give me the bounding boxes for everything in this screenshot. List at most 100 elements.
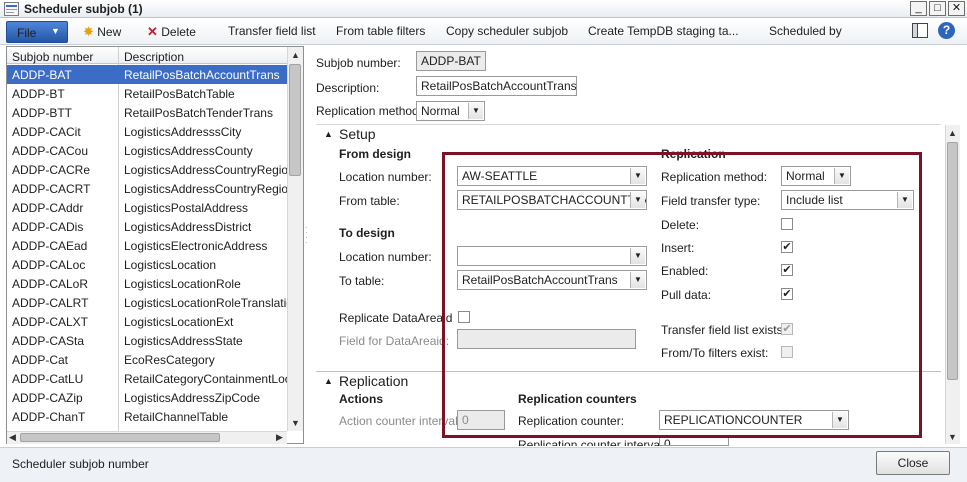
list-item[interactable]: ADDP-CACRT LogisticsAddressCountryRegionT… (7, 179, 289, 198)
list-item[interactable]: ADDP-CatLU RetailCategoryContainmentLooku… (7, 369, 289, 388)
replication-section-title[interactable]: Replication (339, 373, 408, 389)
list-item[interactable]: ADDP-CADis LogisticsAddressDistrict (7, 217, 287, 236)
list-item-subjob-number: ADDP-CALoc (12, 258, 86, 272)
list-item[interactable]: ADDP-CAZip LogisticsAddressZipCode (7, 388, 287, 407)
close-window-button[interactable]: ✕ (948, 1, 965, 16)
list-item[interactable]: ADDP-CAEad LogisticsElectronicAddress (7, 236, 287, 255)
app-icon (4, 2, 19, 16)
maximize-button[interactable]: □ (929, 1, 946, 16)
chevron-down-icon[interactable]: ▼ (630, 168, 645, 184)
splitter-handle[interactable]: · · · · (305, 224, 308, 247)
chevron-down-icon[interactable]: ▼ (832, 412, 847, 428)
scroll-down-icon[interactable]: ▼ (291, 418, 300, 428)
scroll-left-icon[interactable]: ◀ (9, 432, 16, 443)
delete-button[interactable]: ✕ Delete (147, 24, 196, 40)
from-location-combo[interactable]: AW-SEATTLE ▼ (457, 166, 647, 186)
list-item[interactable]: ADDP-CASta LogisticsAddressState (7, 331, 287, 350)
scroll-right-icon[interactable]: ▶ (276, 432, 283, 443)
list-item-description: RetailChannelTable (124, 410, 229, 424)
setup-section-title[interactable]: Setup (339, 126, 376, 142)
list-hscroll-thumb[interactable] (20, 433, 220, 442)
list-item-description: LogisticsLocationExt (124, 315, 234, 329)
list-item-subjob-number: ADDP-CACRe (12, 163, 91, 177)
list-item[interactable]: ADDP-BTT RetailPosBatchTenderTrans (7, 103, 287, 122)
field-transfer-type-combo[interactable]: Include list ▼ (781, 190, 914, 210)
enabled-checkbox[interactable]: ✔ (781, 264, 793, 276)
transfer-field-list-button[interactable]: Transfer field list (228, 24, 316, 38)
list-item[interactable]: ADDP-CALXT LogisticsLocationExt (7, 312, 287, 331)
field-transfer-type-value: Include list (786, 193, 843, 207)
delete-label: Delete (161, 25, 196, 39)
copy-scheduler-subjob-button[interactable]: Copy scheduler subjob (446, 24, 568, 38)
from-table-filters-button[interactable]: From table filters (336, 24, 425, 38)
chevron-down-icon[interactable]: ▼ (630, 248, 645, 264)
list-item[interactable]: ADDP-CACRe LogisticsAddressCountryRegion (7, 160, 289, 179)
scroll-up-icon[interactable]: ▲ (948, 128, 957, 138)
subjob-number-field[interactable]: ADDP-BAT (416, 51, 486, 71)
title-bar (0, 0, 967, 18)
list-item[interactable]: ADDP-BT RetailPosBatchTable (7, 84, 287, 103)
from-location-value: AW-SEATTLE (462, 169, 538, 183)
chevron-down-icon[interactable]: ▼ (834, 168, 849, 184)
column-header-subjob-number[interactable]: Subjob number (12, 50, 93, 64)
collapse-setup-icon[interactable]: ▲ (324, 129, 333, 139)
transfer-field-list-exists-checkbox: ✔ (781, 323, 793, 335)
replication-group-title: Replication (661, 147, 726, 161)
replication-counter-combo[interactable]: REPLICATIONCOUNTER ▼ (659, 410, 849, 430)
new-star-icon: ✸ (83, 24, 94, 39)
scroll-up-icon[interactable]: ▲ (291, 50, 300, 60)
insert-checkbox[interactable]: ✔ (781, 241, 793, 253)
from-to-filters-exist-label: From/To filters exist: (661, 346, 769, 360)
list-item[interactable]: ADDP-CACit LogisticsAddresssCity (7, 122, 287, 141)
replication-counter-interval-field[interactable]: 0 (659, 435, 729, 446)
description-label: Description: (316, 81, 380, 95)
to-table-combo[interactable]: RetailPosBatchAccountTrans ▼ (457, 270, 647, 290)
to-design-title: To design (339, 226, 395, 240)
new-button[interactable]: ✸ New (83, 24, 121, 40)
delete-checkbox[interactable] (781, 218, 793, 230)
list-item-description: LogisticsAddressDistrict (124, 220, 252, 234)
replicate-dataareaid-checkbox[interactable] (458, 311, 470, 323)
list-scroll-thumb[interactable] (289, 64, 301, 176)
replicate-dataareaid-label: Replicate DataAreaid (339, 311, 453, 325)
minimize-button[interactable]: _ (910, 1, 927, 16)
replication-counter-label: Replication counter: (518, 414, 625, 428)
list-item[interactable]: ADDP-BAT RetailPosBatchAccountTrans (7, 65, 287, 84)
from-location-label: Location number: (339, 170, 432, 184)
pull-data-checkbox[interactable]: ✔ (781, 288, 793, 300)
help-icon[interactable]: ? (938, 22, 955, 39)
create-tempdb-button[interactable]: Create TempDB staging ta... (588, 24, 739, 38)
replication-counter-interval-label: Replication counter interval: (518, 438, 667, 446)
scheduled-by-button[interactable]: Scheduled by (769, 24, 842, 38)
transfer-field-list-exists-label: Transfer field list exists: (661, 323, 786, 337)
to-location-combo[interactable]: ▼ (457, 246, 647, 266)
setup-replication-method-combo[interactable]: Normal ▼ (781, 166, 851, 186)
collapse-replication-icon[interactable]: ▲ (324, 376, 333, 386)
enabled-label: Enabled: (661, 264, 709, 278)
list-item-subjob-number: ADDP-CADis (12, 220, 84, 234)
file-menu-button[interactable]: File ▼ (6, 21, 68, 43)
column-header-description[interactable]: Description (124, 50, 184, 64)
layout-panel-icon[interactable] (912, 23, 928, 38)
list-item[interactable]: ADDP-CACou LogisticsAddressCounty (7, 141, 287, 160)
list-item[interactable]: ADDP-Cat EcoResCategory (7, 350, 287, 369)
list-item[interactable]: ADDP-CALoc LogisticsLocation (7, 255, 287, 274)
scroll-down-icon[interactable]: ▼ (948, 432, 957, 442)
detail-scroll-thumb[interactable] (947, 142, 958, 380)
chevron-down-icon[interactable]: ▼ (468, 103, 483, 119)
description-field[interactable]: RetailPosBatchAccountTrans (416, 76, 577, 96)
setup-divider (316, 124, 941, 125)
chevron-down-icon[interactable]: ▼ (630, 192, 645, 208)
chevron-down-icon[interactable]: ▼ (897, 192, 912, 208)
chevron-down-icon[interactable]: ▼ (630, 272, 645, 288)
list-item[interactable]: ADDP-ChanT RetailChannelTable (7, 407, 287, 426)
list-item-description: LogisticsLocation (124, 258, 217, 272)
list-item-subjob-number: ADDP-BTT (12, 106, 72, 120)
from-table-combo[interactable]: RETAILPOSBATCHACCOUNTTRANS ▼ (457, 190, 647, 210)
close-button[interactable]: Close (876, 451, 950, 475)
list-item[interactable]: ADDP-CALRT LogisticsLocationRoleTranslati… (7, 293, 289, 312)
list-item[interactable]: ADDP-CAddr LogisticsPostalAddress (7, 198, 287, 217)
list-item-description: LogisticsAddresssCity (124, 125, 242, 139)
replication-method-combo[interactable]: Normal ▼ (416, 101, 485, 121)
list-item[interactable]: ADDP-CALoR LogisticsLocationRole (7, 274, 287, 293)
